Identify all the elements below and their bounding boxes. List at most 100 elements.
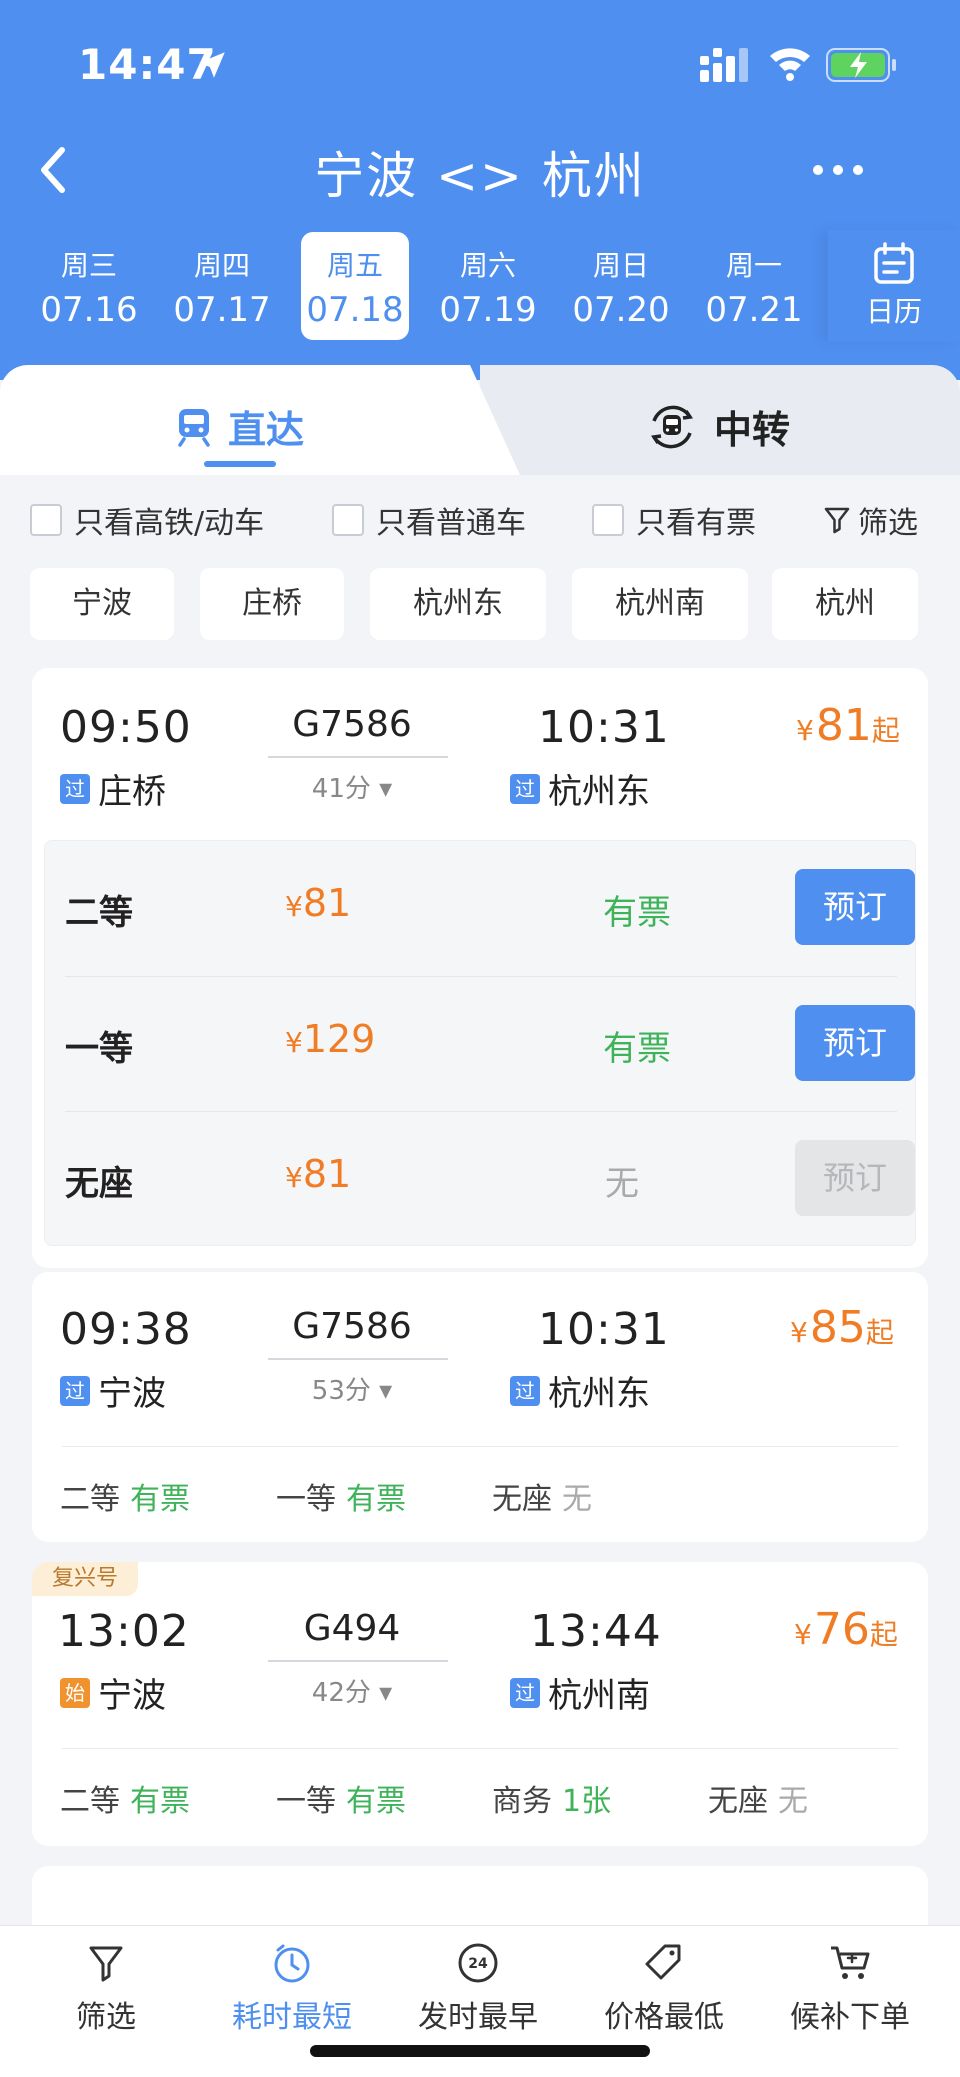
dropdown-arrow-icon: ▾	[379, 1678, 393, 1708]
train-card-expanded[interactable]: 09:50 G7586 41分 ▾ 10:31 ¥81起 过庄桥 过杭州东 二等…	[32, 668, 928, 1268]
price-value: 81	[815, 700, 872, 751]
date-item-selected[interactable]: 周五 07.18	[301, 232, 409, 340]
fuxing-badge: 复兴号	[32, 1562, 138, 1596]
lowest-price: ¥81起	[796, 700, 900, 751]
price-suffix: 起	[869, 1618, 898, 1651]
seat-summary: 一等 有票	[276, 1474, 406, 1518]
train-card[interactable]: 复兴号 13:02 G494 42分 ▾ 13:44 ¥76起 始宁波 过杭州南…	[32, 1562, 928, 1846]
date-item[interactable]: 周三 07.16	[35, 232, 143, 340]
station-chip[interactable]: 宁波	[30, 568, 174, 640]
lowest-price: ¥85起	[790, 1302, 894, 1353]
seat-availability: 有票	[130, 1784, 190, 1819]
available-only-checkbox[interactable]: 只看有票	[592, 498, 756, 542]
filter-icon	[89, 1946, 123, 1982]
seat-class: 无座	[65, 1164, 133, 1204]
station-chip[interactable]: 杭州南	[572, 568, 748, 640]
train-code: G494	[303, 1608, 401, 1649]
date-item[interactable]: 周日 07.20	[567, 232, 675, 340]
to-station: 过杭州东	[510, 1366, 650, 1415]
date-weekday: 周五	[326, 249, 383, 282]
seat-availability: 无	[562, 1482, 592, 1517]
to-station-name: 杭州东	[548, 1374, 650, 1414]
date-item[interactable]: 周一 07.21	[700, 232, 808, 340]
duration-text: 41分	[311, 774, 371, 804]
date-weekday: 周六	[459, 249, 516, 282]
station-chip[interactable]: 庄桥	[200, 568, 344, 640]
sort-earliest-departure-button[interactable]: 24 发时最早	[382, 1940, 574, 2036]
date-weekday: 周四	[193, 249, 250, 282]
pass-tag: 过	[60, 773, 90, 804]
bottom-item-label: 发时最早	[418, 2000, 538, 2035]
seat-class: 无座	[492, 1482, 552, 1517]
filter-link[interactable]: 筛选	[824, 498, 918, 542]
yen-symbol: ¥	[285, 1161, 303, 1194]
sort-lowest-price-button[interactable]: 价格最低	[568, 1940, 760, 2036]
date-day: 07.20	[572, 290, 670, 330]
normal-train-only-checkbox[interactable]: 只看普通车	[332, 498, 526, 542]
date-day: 07.21	[705, 290, 803, 330]
calendar-button[interactable]: 日历	[828, 230, 960, 342]
route-line	[268, 756, 448, 758]
bottom-filter-button[interactable]: 筛选	[10, 1940, 202, 2036]
seat-availability: 1张	[562, 1784, 612, 1819]
date-weekday: 周三	[60, 249, 117, 282]
book-button-disabled: 预订	[795, 1140, 915, 1216]
seat-row: 一等 ¥129 有票 预订	[65, 976, 915, 1111]
start-tag: 始	[60, 1677, 90, 1708]
date-weekday: 周日	[592, 249, 649, 282]
from-station-name: 庄桥	[98, 772, 166, 812]
location-arrow-icon	[199, 52, 225, 78]
train-card[interactable]: 09:38 G7586 53分 ▾ 10:31 ¥85起 过宁波 过杭州东 二等…	[32, 1272, 928, 1542]
duration[interactable]: 42分 ▾	[260, 1672, 444, 1709]
station-chip[interactable]: 杭州东	[370, 568, 546, 640]
arrive-time: 13:44	[530, 1606, 662, 1657]
pass-tag: 过	[510, 1677, 540, 1708]
seat-summary: 无座无	[492, 1474, 592, 1518]
date-day: 07.16	[40, 290, 138, 330]
dropdown-arrow-icon: ▾	[379, 774, 393, 804]
tab-active-indicator	[204, 461, 276, 467]
station-chip[interactable]: 杭州	[772, 568, 918, 640]
date-day: 07.19	[439, 290, 537, 330]
tab-direct-label: 直达	[228, 408, 305, 452]
funnel-icon	[824, 507, 850, 534]
filter-row: 只看高铁/动车 只看普通车 只看有票 筛选	[0, 490, 960, 542]
book-button[interactable]: 预订	[795, 1005, 915, 1081]
yen-symbol: ¥	[285, 890, 303, 923]
depart-time: 13:02	[58, 1606, 190, 1657]
seat-summary: 一等 有票	[276, 1776, 406, 1820]
duration[interactable]: 41分 ▾	[260, 768, 444, 805]
depart-time: 09:50	[60, 702, 192, 753]
seat-price: ¥81	[285, 1152, 351, 1196]
date-item[interactable]: 周六 07.19	[434, 232, 542, 340]
status-bar: 14:47	[0, 36, 960, 92]
to-station-name: 杭州南	[548, 1676, 650, 1716]
duration[interactable]: 53分 ▾	[260, 1370, 444, 1407]
price-suffix: 起	[871, 714, 900, 747]
route-type-tabs: 直达 中转	[0, 365, 960, 475]
lowest-price: ¥76起	[794, 1604, 898, 1655]
date-item[interactable]: 周四 07.17	[168, 232, 276, 340]
pass-tag: 过	[510, 1375, 540, 1406]
seat-price: ¥81	[285, 881, 351, 925]
cellular-signal-icon	[700, 48, 748, 82]
waitlist-order-button[interactable]: 候补下单	[754, 1940, 946, 2036]
tab-transfer-label: 中转	[714, 408, 791, 452]
station-chips: 宁波 庄桥 杭州东 杭州南 杭州	[0, 568, 960, 640]
from-station: 过宁波	[60, 1366, 166, 1415]
high-speed-only-checkbox[interactable]: 只看高铁/动车	[30, 498, 264, 542]
price-suffix: 起	[865, 1316, 894, 1349]
book-button[interactable]: 预订	[795, 869, 915, 945]
checkbox-box	[592, 504, 624, 536]
seat-class: 二等	[60, 1784, 120, 1819]
calendar-icon	[874, 242, 914, 284]
header: 14:47 宁波 <> 杭州 周三 07.16 周四 07.17 周五 07.1…	[0, 0, 960, 380]
yen-symbol: ¥	[794, 1618, 812, 1651]
wifi-icon	[770, 48, 810, 81]
calendar-label: 日历	[865, 295, 922, 328]
sort-shortest-duration-button[interactable]: 耗时最短	[196, 1940, 388, 2036]
cart-icon	[831, 1946, 870, 1979]
more-icon[interactable]	[810, 152, 866, 188]
pass-tag: 过	[60, 1375, 90, 1406]
seat-availability: 无	[778, 1784, 808, 1819]
